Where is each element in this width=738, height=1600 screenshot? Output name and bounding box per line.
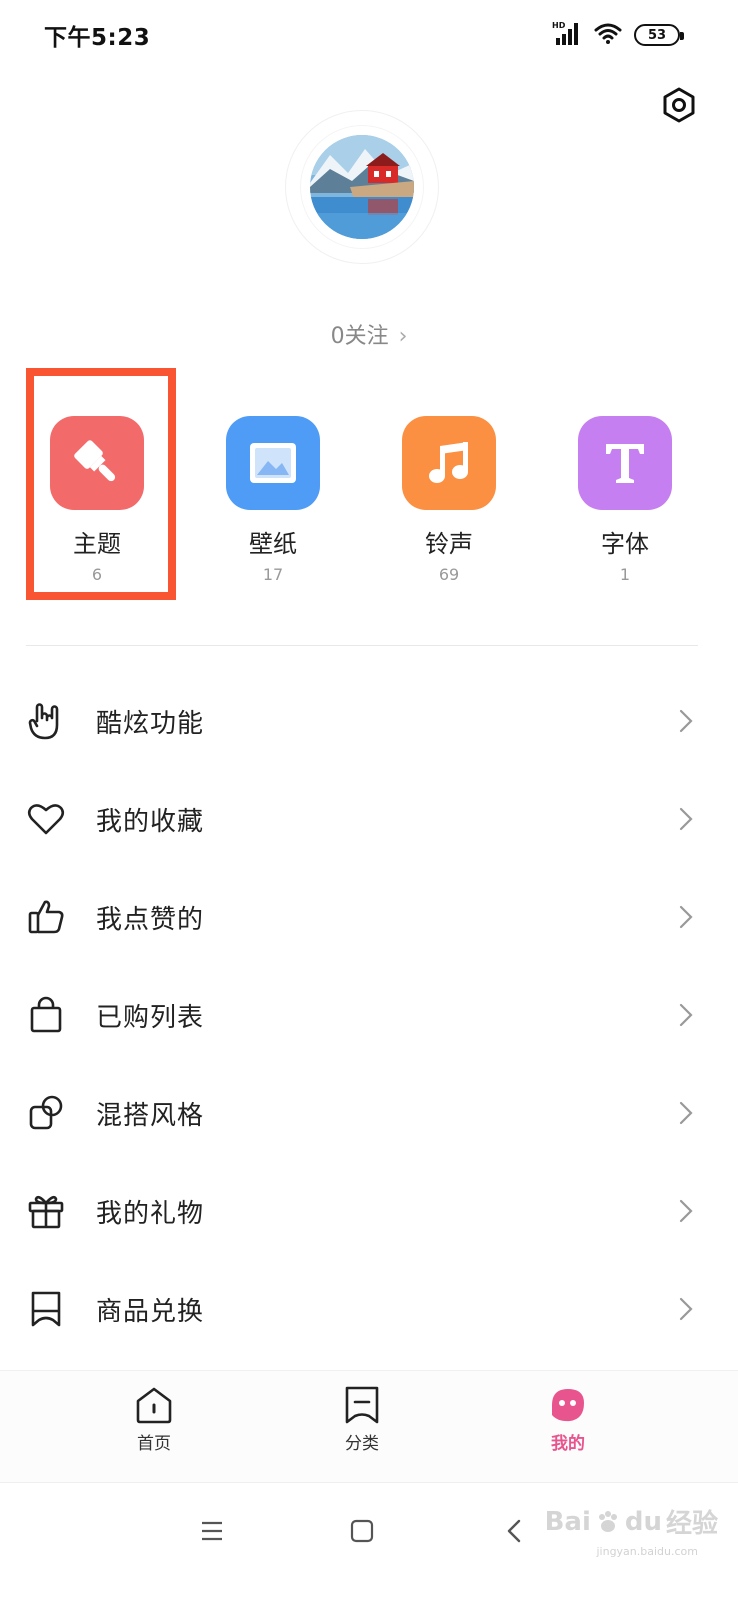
home-icon	[136, 1387, 172, 1424]
status-bar: 下午5:23 HD 53	[0, 0, 738, 70]
avatar[interactable]	[310, 135, 414, 239]
menu-item-purchased[interactable]: 已购列表	[0, 966, 738, 1064]
chevron-right-icon	[678, 1198, 694, 1224]
settings-button[interactable]	[660, 86, 698, 124]
shortcut-label: 字体	[601, 530, 649, 558]
shortcut-label: 铃声	[425, 530, 473, 558]
shortcut-count: 17	[262, 565, 284, 584]
shopping-bag-icon	[26, 995, 66, 1035]
menu-item-cool-features[interactable]: 酷炫功能	[0, 672, 738, 770]
hamburger-icon	[202, 1521, 222, 1541]
shortcut-font[interactable]: 字体 1	[550, 410, 700, 600]
avatar-halo	[285, 110, 439, 264]
category-icon	[345, 1386, 379, 1424]
gift-icon	[26, 1191, 66, 1231]
menu-item-label: 酷炫功能	[96, 708, 205, 739]
system-navigation-bar: Bai du 经验 jingyan.baidu.com	[0, 1482, 738, 1600]
menu-button[interactable]	[192, 1511, 232, 1551]
menu-item-favorites[interactable]: 我的收藏	[0, 770, 738, 868]
chevron-right-icon	[678, 708, 694, 734]
mix-shapes-icon	[26, 1093, 66, 1133]
signal-icon: HD	[552, 20, 582, 50]
menu-list: 酷炫功能 我的收藏 我点赞的 已购列表 混搭风格 我的礼物 商品兑换	[0, 672, 738, 1358]
tab-category[interactable]: 分类	[302, 1385, 422, 1473]
rock-hand-icon	[26, 701, 66, 741]
tab-label: 首页	[137, 1434, 171, 1454]
status-time: 下午5:23	[44, 25, 151, 51]
baidu-watermark: Bai du 经验	[544, 1506, 718, 1540]
settings-hexagon-icon	[663, 87, 695, 123]
ticket-icon	[26, 1289, 66, 1329]
battery-indicator: 53	[634, 24, 684, 46]
menu-item-liked[interactable]: 我点赞的	[0, 868, 738, 966]
image-icon	[226, 416, 320, 510]
heart-icon	[26, 799, 66, 839]
tab-home[interactable]: 首页	[94, 1385, 214, 1473]
shortcut-grid: 主题 6 壁纸 17 铃声 69 字体 1	[0, 410, 738, 600]
brush-icon	[50, 416, 144, 510]
thumbs-up-icon	[26, 897, 66, 937]
shortcut-wallpaper[interactable]: 壁纸 17	[198, 410, 348, 600]
chevron-right-icon	[678, 904, 694, 930]
chevron-right-icon	[678, 1296, 694, 1322]
menu-item-label: 商品兑换	[96, 1296, 205, 1327]
back-chevron-icon	[507, 1519, 521, 1543]
tab-label: 分类	[345, 1434, 379, 1454]
chevron-right-icon	[678, 1100, 694, 1126]
wifi-icon	[594, 21, 622, 49]
paw-icon	[598, 1510, 617, 1532]
menu-item-gifts[interactable]: 我的礼物	[0, 1162, 738, 1260]
menu-item-label: 我点赞的	[96, 904, 205, 935]
shortcut-ringtone[interactable]: 铃声 69	[374, 410, 524, 600]
home-button[interactable]	[342, 1511, 382, 1551]
shortcut-label: 主题	[73, 530, 121, 558]
back-button[interactable]	[494, 1511, 534, 1551]
shortcut-label: 壁纸	[249, 530, 297, 558]
watermark-url: jingyan.baidu.com	[596, 1545, 698, 1558]
follow-count-link[interactable]: 0关注 ›	[0, 318, 738, 350]
shortcut-count: 1	[619, 565, 631, 584]
shortcut-count: 6	[91, 565, 103, 584]
music-note-icon	[402, 416, 496, 510]
menu-item-mix-style[interactable]: 混搭风格	[0, 1064, 738, 1162]
bottom-tab-bar: 首页 分类 我的	[0, 1370, 738, 1482]
chevron-right-icon	[678, 1002, 694, 1028]
font-t-icon	[578, 416, 672, 510]
chevron-right-icon: ›	[398, 324, 408, 349]
network-type: HD	[552, 21, 566, 30]
shortcut-theme[interactable]: 主题 6	[22, 410, 172, 600]
tab-mine[interactable]: 我的	[508, 1385, 628, 1473]
menu-item-label: 我的收藏	[96, 806, 205, 837]
follow-count: 0关注	[330, 324, 389, 349]
chevron-right-icon	[678, 806, 694, 832]
menu-item-label: 我的礼物	[96, 1198, 205, 1229]
status-icons: HD 53	[552, 20, 684, 50]
menu-item-redeem[interactable]: 商品兑换	[0, 1260, 738, 1358]
divider	[26, 645, 698, 646]
menu-item-label: 混搭风格	[96, 1100, 205, 1131]
square-icon	[350, 1519, 374, 1543]
shortcut-count: 69	[438, 565, 460, 584]
menu-item-label: 已购列表	[96, 1002, 205, 1033]
mine-face-icon	[552, 1389, 584, 1422]
tab-label: 我的	[551, 1434, 585, 1454]
